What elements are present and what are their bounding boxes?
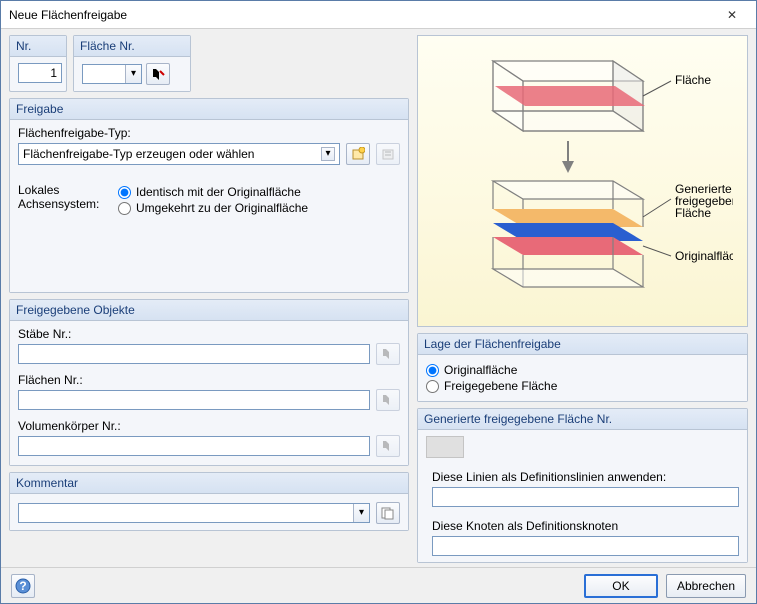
def-lines-label: Diese Linien als Definitionslinien anwen…	[432, 470, 739, 484]
typ-dropdown-text: Flächenfreigabe-Typ erzeugen oder wählen	[23, 147, 254, 161]
radio-umgekehrt-input[interactable]	[118, 202, 131, 215]
def-nodes-input[interactable]	[432, 536, 739, 556]
panel-generierte: Generierte freigegebene Fläche Nr. Diese…	[417, 408, 748, 563]
window-title: Neue Flächenfreigabe	[9, 8, 716, 22]
kommentar-input[interactable]	[18, 503, 370, 523]
edit-type-icon	[376, 143, 400, 165]
radio-lage-frei-input[interactable]	[426, 380, 439, 393]
content-area: Nr. Fläche Nr. ▾	[1, 29, 756, 567]
staebe-label: Stäbe Nr.:	[18, 327, 400, 341]
left-column: Nr. Fläche Nr. ▾	[9, 35, 409, 563]
dialog-window: Neue Flächenfreigabe ✕ Nr. Fläche Nr.	[0, 0, 757, 604]
panel-nr-header: Nr.	[10, 36, 66, 57]
panel-objekte-header: Freigegebene Objekte	[10, 300, 408, 321]
illustration: Fläche	[417, 35, 748, 327]
staebe-input[interactable]	[18, 344, 370, 364]
gen-flaeche-nr-display	[426, 436, 464, 458]
vol-label: Volumenkörper Nr.:	[18, 419, 400, 433]
chevron-down-icon[interactable]: ▾	[321, 147, 335, 161]
top-row: Nr. Fläche Nr. ▾	[9, 35, 409, 92]
typ-dropdown[interactable]: Flächenfreigabe-Typ erzeugen oder wählen…	[18, 143, 340, 165]
radio-umgekehrt[interactable]: Umgekehrt zu der Originalfläche	[118, 201, 308, 215]
panel-kommentar: Kommentar ▾	[9, 472, 409, 531]
panel-lage-header: Lage der Flächenfreigabe	[418, 334, 747, 355]
svg-text:Fläche: Fläche	[675, 206, 711, 220]
pick-flaechen-icon	[376, 389, 400, 411]
def-nodes-label: Diese Knoten als Definitionsknoten	[432, 519, 739, 533]
panel-generierte-header: Generierte freigegebene Fläche Nr.	[418, 409, 747, 430]
ok-button[interactable]: OK	[584, 574, 658, 598]
radio-lage-frei[interactable]: Freigegebene Fläche	[426, 379, 739, 393]
panel-kommentar-header: Kommentar	[10, 473, 408, 494]
panel-freigabe-header: Freigabe	[10, 99, 408, 120]
new-type-icon[interactable]	[346, 143, 370, 165]
cancel-button[interactable]: Abbrechen	[666, 574, 746, 598]
kommentar-lib-icon[interactable]	[376, 502, 400, 524]
typ-label: Flächenfreigabe-Typ:	[18, 126, 400, 140]
svg-text:Originalfläche: Originalfläche	[675, 249, 733, 263]
flaechen-input[interactable]	[18, 390, 370, 410]
pick-staebe-icon	[376, 343, 400, 365]
nr-input[interactable]	[18, 63, 62, 83]
radio-identisch-input[interactable]	[118, 186, 131, 199]
chevron-down-icon[interactable]: ▾	[353, 504, 369, 522]
svg-text:?: ?	[19, 579, 26, 593]
radio-lage-orig[interactable]: Originalfläche	[426, 363, 739, 377]
bottom-bar: ? OK Abbrechen	[1, 567, 756, 603]
axis-label: Lokales Achsensystem:	[18, 183, 108, 217]
radio-lage-orig-input[interactable]	[426, 364, 439, 377]
titlebar: Neue Flächenfreigabe ✕	[1, 1, 756, 29]
close-icon[interactable]: ✕	[716, 8, 748, 22]
panel-nr: Nr.	[9, 35, 67, 92]
panel-lage: Lage der Flächenfreigabe Originalfläche …	[417, 333, 748, 402]
panel-objekte: Freigegebene Objekte Stäbe Nr.: Flächen …	[9, 299, 409, 466]
def-lines-input[interactable]	[432, 487, 739, 507]
help-icon[interactable]: ?	[11, 574, 35, 598]
radio-identisch[interactable]: Identisch mit der Originalfläche	[118, 185, 308, 199]
panel-flaeche-nr: Fläche Nr. ▾	[73, 35, 191, 92]
panel-flaeche-header: Fläche Nr.	[74, 36, 190, 57]
vol-input[interactable]	[18, 436, 370, 456]
right-column: Fläche	[417, 35, 748, 563]
flaechen-label: Flächen Nr.:	[18, 373, 400, 387]
chevron-down-icon[interactable]: ▾	[125, 65, 141, 83]
panel-freigabe: Freigabe Flächenfreigabe-Typ: Flächenfre…	[9, 98, 409, 293]
pick-vol-icon	[376, 435, 400, 457]
pick-surface-icon[interactable]	[146, 63, 170, 85]
illus-label-flaeche: Fläche	[675, 73, 711, 87]
